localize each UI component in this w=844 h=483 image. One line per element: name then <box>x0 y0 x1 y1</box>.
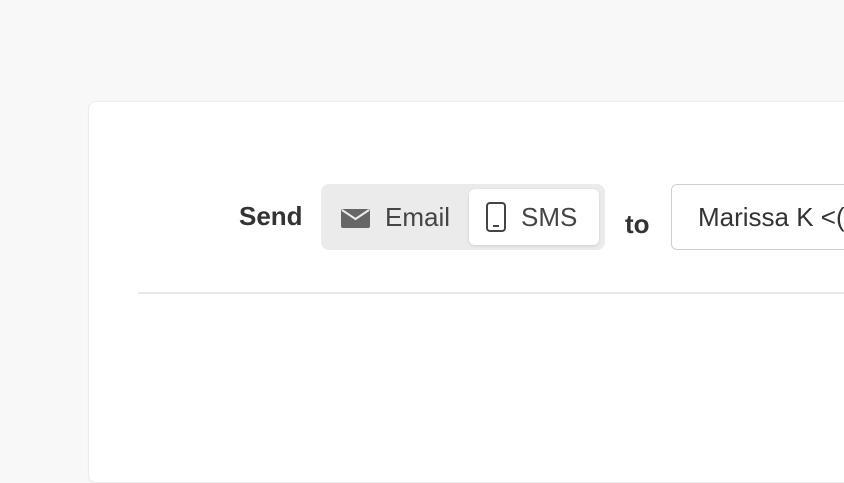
compose-card: Send Email SMS to Marissa K <( <box>88 101 844 483</box>
recipient-input[interactable] <box>672 185 844 249</box>
to-label: to <box>625 209 650 239</box>
channel-email-label: Email <box>385 201 451 232</box>
channel-sms-option[interactable]: SMS <box>469 189 599 245</box>
mobile-phone-icon <box>485 202 507 232</box>
channel-toggle: Email SMS <box>321 184 605 250</box>
channel-sms-label: SMS <box>521 201 578 232</box>
envelope-icon <box>341 206 371 228</box>
divider <box>138 292 844 294</box>
channel-email-option[interactable]: Email <box>325 189 465 245</box>
send-row: Send Email SMS to Marissa K <( <box>89 102 844 292</box>
recipient-field[interactable] <box>671 184 844 250</box>
send-label: Send <box>239 201 303 231</box>
